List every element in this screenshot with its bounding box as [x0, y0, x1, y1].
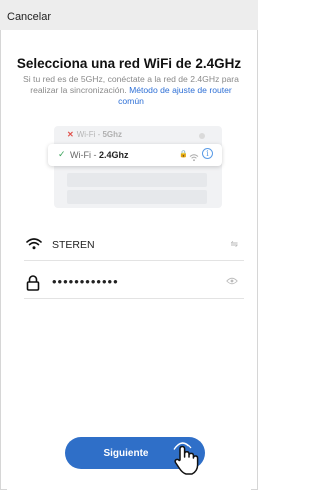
wifi-small-icon: [189, 149, 199, 167]
page-title: Selecciona una red WiFi de 2.4GHz: [16, 56, 242, 71]
network-5g-band: 5Ghz: [102, 130, 123, 139]
info-icon[interactable]: i: [202, 148, 213, 159]
password-field[interactable]: ••••••••••••: [24, 273, 244, 299]
password-value: ••••••••••••: [52, 274, 119, 289]
close-icon: ✕: [67, 130, 74, 139]
network-24g-row: ✓ Wi-Fi - 2.4Ghz 🔒 i: [48, 144, 222, 166]
lock-small-icon: 🔒: [179, 151, 188, 158]
network-24g-label: Wi-Fi - 2.4Ghz: [70, 150, 129, 160]
wifi-icon: [26, 237, 42, 255]
network-5g-prefix: Wi-Fi -: [76, 130, 103, 139]
cancel-button[interactable]: Cancelar: [7, 11, 51, 23]
ssid-underline: [24, 260, 244, 261]
placeholder-row: [67, 190, 207, 204]
check-icon: ✓: [58, 149, 66, 159]
router-method-link[interactable]: Método de ajuste de router común: [118, 85, 232, 106]
instructions-text: Si tu red es de 5GHz, conéctate a la red…: [21, 74, 241, 107]
top-bar: Cancelar: [0, 0, 258, 30]
network-24g-prefix: Wi-Fi -: [70, 150, 99, 160]
ssid-field[interactable]: STEREN ⇋: [24, 235, 244, 261]
password-underline: [24, 298, 244, 299]
network-5g-row: ✕ Wi-Fi - 5Ghz: [67, 130, 122, 139]
network-5g-indicator: [199, 133, 205, 139]
ssid-value: STEREN: [52, 239, 95, 251]
hand-pointer-icon: [171, 440, 207, 483]
placeholder-row: [67, 173, 207, 187]
wifi-card: Selecciona una red WiFi de 2.4GHz Si tu …: [7, 30, 251, 490]
lock-icon: [26, 275, 40, 296]
swap-icon[interactable]: ⇋: [230, 239, 238, 250]
eye-icon[interactable]: [226, 277, 238, 287]
network-24g-band: 2.4Ghz: [99, 150, 129, 160]
